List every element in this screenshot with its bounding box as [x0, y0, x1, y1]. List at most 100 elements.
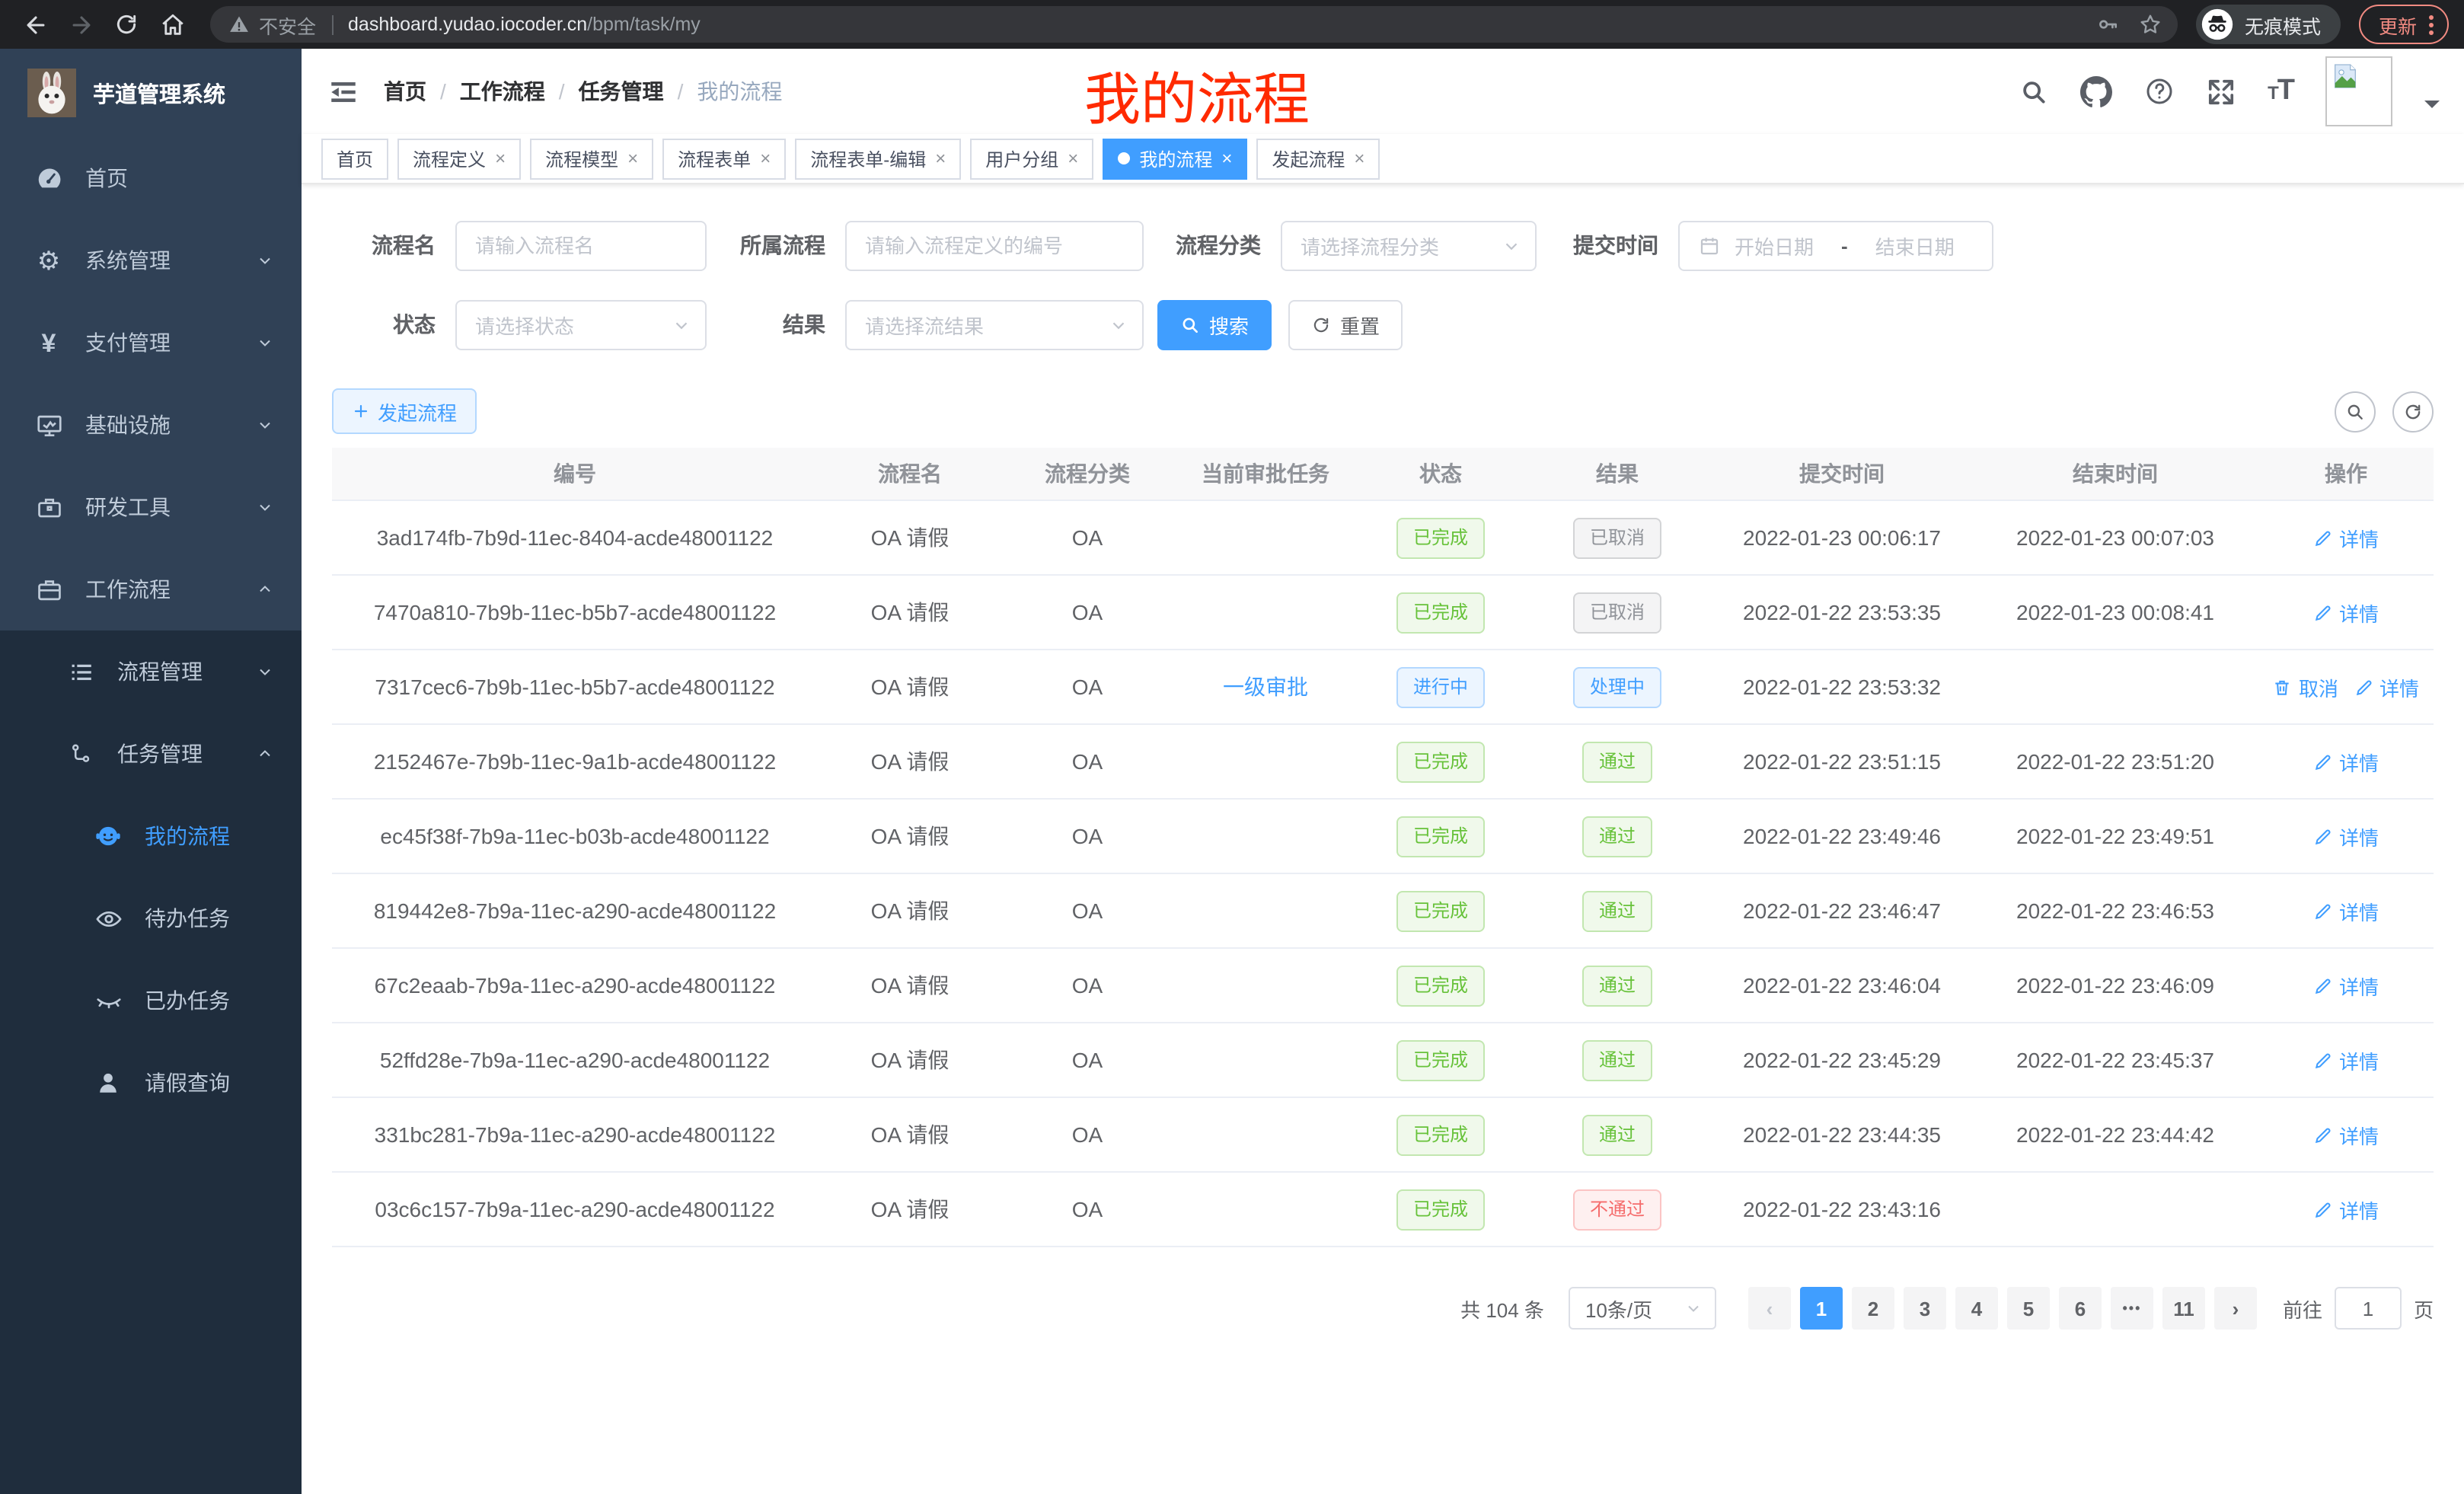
action-detail-link[interactable]: 详情: [2313, 1195, 2379, 1224]
page-button-1[interactable]: 1: [1800, 1287, 1843, 1330]
app-logo[interactable]: 芋道管理系统: [0, 49, 302, 137]
table-row[interactable]: 52ffd28e-7b9a-11ec-a290-acde48001122OA 请…: [332, 1023, 2434, 1098]
key-icon[interactable]: [2095, 12, 2120, 37]
next-page-button[interactable]: ›: [2214, 1287, 2257, 1330]
table-row[interactable]: 67c2eaab-7b9a-11ec-a290-acde48001122OA 请…: [332, 949, 2434, 1023]
breadcrumb-item-1[interactable]: 工作流程: [460, 76, 545, 107]
menu-fold-icon[interactable]: [326, 75, 359, 108]
tab-close-icon[interactable]: ×: [1221, 149, 1232, 168]
sidebar-item-leave-query[interactable]: 请假查询: [0, 1042, 302, 1124]
tab-close-icon[interactable]: ×: [760, 149, 771, 168]
action-detail-link[interactable]: 详情: [2313, 822, 2379, 851]
show-search-toggle-icon[interactable]: [2335, 391, 2376, 432]
home-icon[interactable]: [152, 5, 192, 44]
reload-icon[interactable]: [107, 5, 146, 44]
start-process-button[interactable]: 发起流程: [332, 388, 477, 434]
tab-close-icon[interactable]: ×: [935, 149, 946, 168]
monitor-icon: [32, 410, 65, 439]
help-icon[interactable]: [2144, 76, 2175, 107]
table-row[interactable]: 819442e8-7b9a-11ec-a290-acde48001122OA 请…: [332, 874, 2434, 949]
table-row[interactable]: 03c6c157-7b9a-11ec-a290-acde48001122OA 请…: [332, 1173, 2434, 1247]
tab-close-icon[interactable]: ×: [1068, 149, 1078, 168]
status-select[interactable]: 请选择状态: [455, 299, 707, 350]
avatar-caret-icon[interactable]: [2424, 101, 2440, 116]
search-icon[interactable]: [2019, 77, 2048, 106]
sidebar-item-devtools[interactable]: 研发工具: [0, 466, 302, 548]
page-button-3[interactable]: 3: [1904, 1287, 1946, 1330]
sidebar-item-system[interactable]: ⚙系统管理: [0, 219, 302, 302]
forward-icon[interactable]: [61, 5, 101, 44]
fullscreen-icon[interactable]: [2207, 77, 2236, 106]
result-select[interactable]: 请选择流结果: [845, 299, 1144, 350]
bookmark-star-icon[interactable]: [2138, 12, 2162, 37]
sidebar-item-workflow[interactable]: 工作流程: [0, 548, 302, 630]
table-row[interactable]: 3ad174fb-7b9d-11ec-8404-acde48001122OA 请…: [332, 501, 2434, 576]
reset-button[interactable]: 重置: [1288, 299, 1403, 350]
action-detail-link[interactable]: 详情: [2313, 896, 2379, 925]
table-row[interactable]: 7470a810-7b9b-11ec-b5b7-acde48001122OA 请…: [332, 576, 2434, 650]
tab-close-icon[interactable]: ×: [627, 149, 638, 168]
back-icon[interactable]: [15, 5, 55, 44]
sidebar-item-done-tasks[interactable]: 已办任务: [0, 959, 302, 1042]
table-row[interactable]: 331bc281-7b9a-11ec-a290-acde48001122OA 请…: [332, 1098, 2434, 1173]
breadcrumb-item-0[interactable]: 首页: [384, 76, 426, 107]
sidebar-item-infra[interactable]: 基础设施: [0, 384, 302, 466]
action-cancel-link[interactable]: 取消: [2273, 672, 2338, 701]
page-button-2[interactable]: 2: [1852, 1287, 1894, 1330]
action-detail-link[interactable]: 详情: [2313, 1045, 2379, 1074]
search-button[interactable]: 搜索: [1157, 299, 1272, 350]
tab-my-process[interactable]: 我的流程×: [1103, 138, 1247, 179]
page-button-5[interactable]: 5: [2007, 1287, 2050, 1330]
submit-time-range[interactable]: 开始日期 - 结束日期: [1678, 220, 1993, 270]
sidebar-item-todo-tasks[interactable]: 待办任务: [0, 877, 302, 959]
tab-form-edit[interactable]: 流程表单-编辑×: [795, 138, 961, 179]
action-detail-link[interactable]: 详情: [2313, 598, 2379, 627]
pagination: 共 104 条10条/页‹123456•••11›前往页: [332, 1287, 2434, 1330]
tab-close-icon[interactable]: ×: [1354, 149, 1364, 168]
tab-home[interactable]: 首页: [321, 138, 388, 179]
action-detail-link[interactable]: 详情: [2313, 971, 2379, 1000]
page-button-6[interactable]: 6: [2059, 1287, 2102, 1330]
process-name-input[interactable]: [455, 220, 707, 270]
tab-process-def[interactable]: 流程定义×: [397, 138, 521, 179]
page-button-4[interactable]: 4: [1955, 1287, 1998, 1330]
tab-process-model[interactable]: 流程模型×: [530, 138, 653, 179]
sidebar-item-payment[interactable]: ¥支付管理: [0, 302, 302, 384]
page-size-select[interactable]: 10条/页: [1569, 1287, 1716, 1330]
action-detail-link[interactable]: 详情: [2354, 672, 2419, 701]
url-bar[interactable]: 不安全 dashboard.yudao.iocoder.cn /bpm/task…: [210, 6, 2178, 43]
sidebar-item-home[interactable]: 首页: [0, 137, 302, 219]
tab-close-icon[interactable]: ×: [495, 149, 506, 168]
current-task-link[interactable]: 一级审批: [1223, 672, 1308, 702]
page-button-11[interactable]: 11: [2162, 1287, 2205, 1330]
browser-menu-icon[interactable]: [2429, 14, 2434, 34]
update-button[interactable]: 更新: [2359, 5, 2449, 44]
breadcrumb-item-2[interactable]: 任务管理: [579, 76, 664, 107]
sidebar-item-process-mgmt[interactable]: 流程管理: [0, 630, 302, 713]
process-definition-input[interactable]: [845, 220, 1144, 270]
status-badge: 已完成: [1396, 890, 1485, 931]
site-security[interactable]: 不安全: [228, 10, 316, 39]
action-detail-link[interactable]: 详情: [2313, 523, 2379, 552]
refresh-table-icon[interactable]: [2392, 391, 2434, 432]
cell-actions: 取消详情: [2258, 672, 2434, 701]
table-row[interactable]: 2152467e-7b9b-11ec-9a1b-acde48001122OA 请…: [332, 725, 2434, 800]
update-label: 更新: [2379, 10, 2417, 39]
sidebar-item-task-mgmt[interactable]: 任务管理: [0, 713, 302, 795]
avatar[interactable]: [2325, 56, 2392, 126]
action-detail-link[interactable]: 详情: [2313, 747, 2379, 776]
tab-process-form[interactable]: 流程表单×: [662, 138, 786, 179]
tab-user-group[interactable]: 用户分组×: [970, 138, 1093, 179]
prev-page-button[interactable]: ‹: [1748, 1287, 1791, 1330]
cell-submit-time: 2022-01-22 23:44:35: [1712, 1122, 1972, 1147]
sidebar-item-my-process[interactable]: 我的流程: [0, 795, 302, 877]
tab-start-process[interactable]: 发起流程×: [1256, 138, 1380, 179]
github-icon[interactable]: [2080, 75, 2112, 107]
table-row[interactable]: ec45f38f-7b9a-11ec-b03b-acde48001122OA 请…: [332, 800, 2434, 874]
goto-page-input[interactable]: [2335, 1287, 2402, 1330]
more-pages-button[interactable]: •••: [2111, 1287, 2153, 1330]
font-size-icon[interactable]: TT: [2268, 75, 2293, 108]
category-select[interactable]: 请选择流程分类: [1281, 220, 1537, 270]
table-row[interactable]: 7317cec6-7b9b-11ec-b5b7-acde48001122OA 请…: [332, 650, 2434, 725]
action-detail-link[interactable]: 详情: [2313, 1120, 2379, 1149]
